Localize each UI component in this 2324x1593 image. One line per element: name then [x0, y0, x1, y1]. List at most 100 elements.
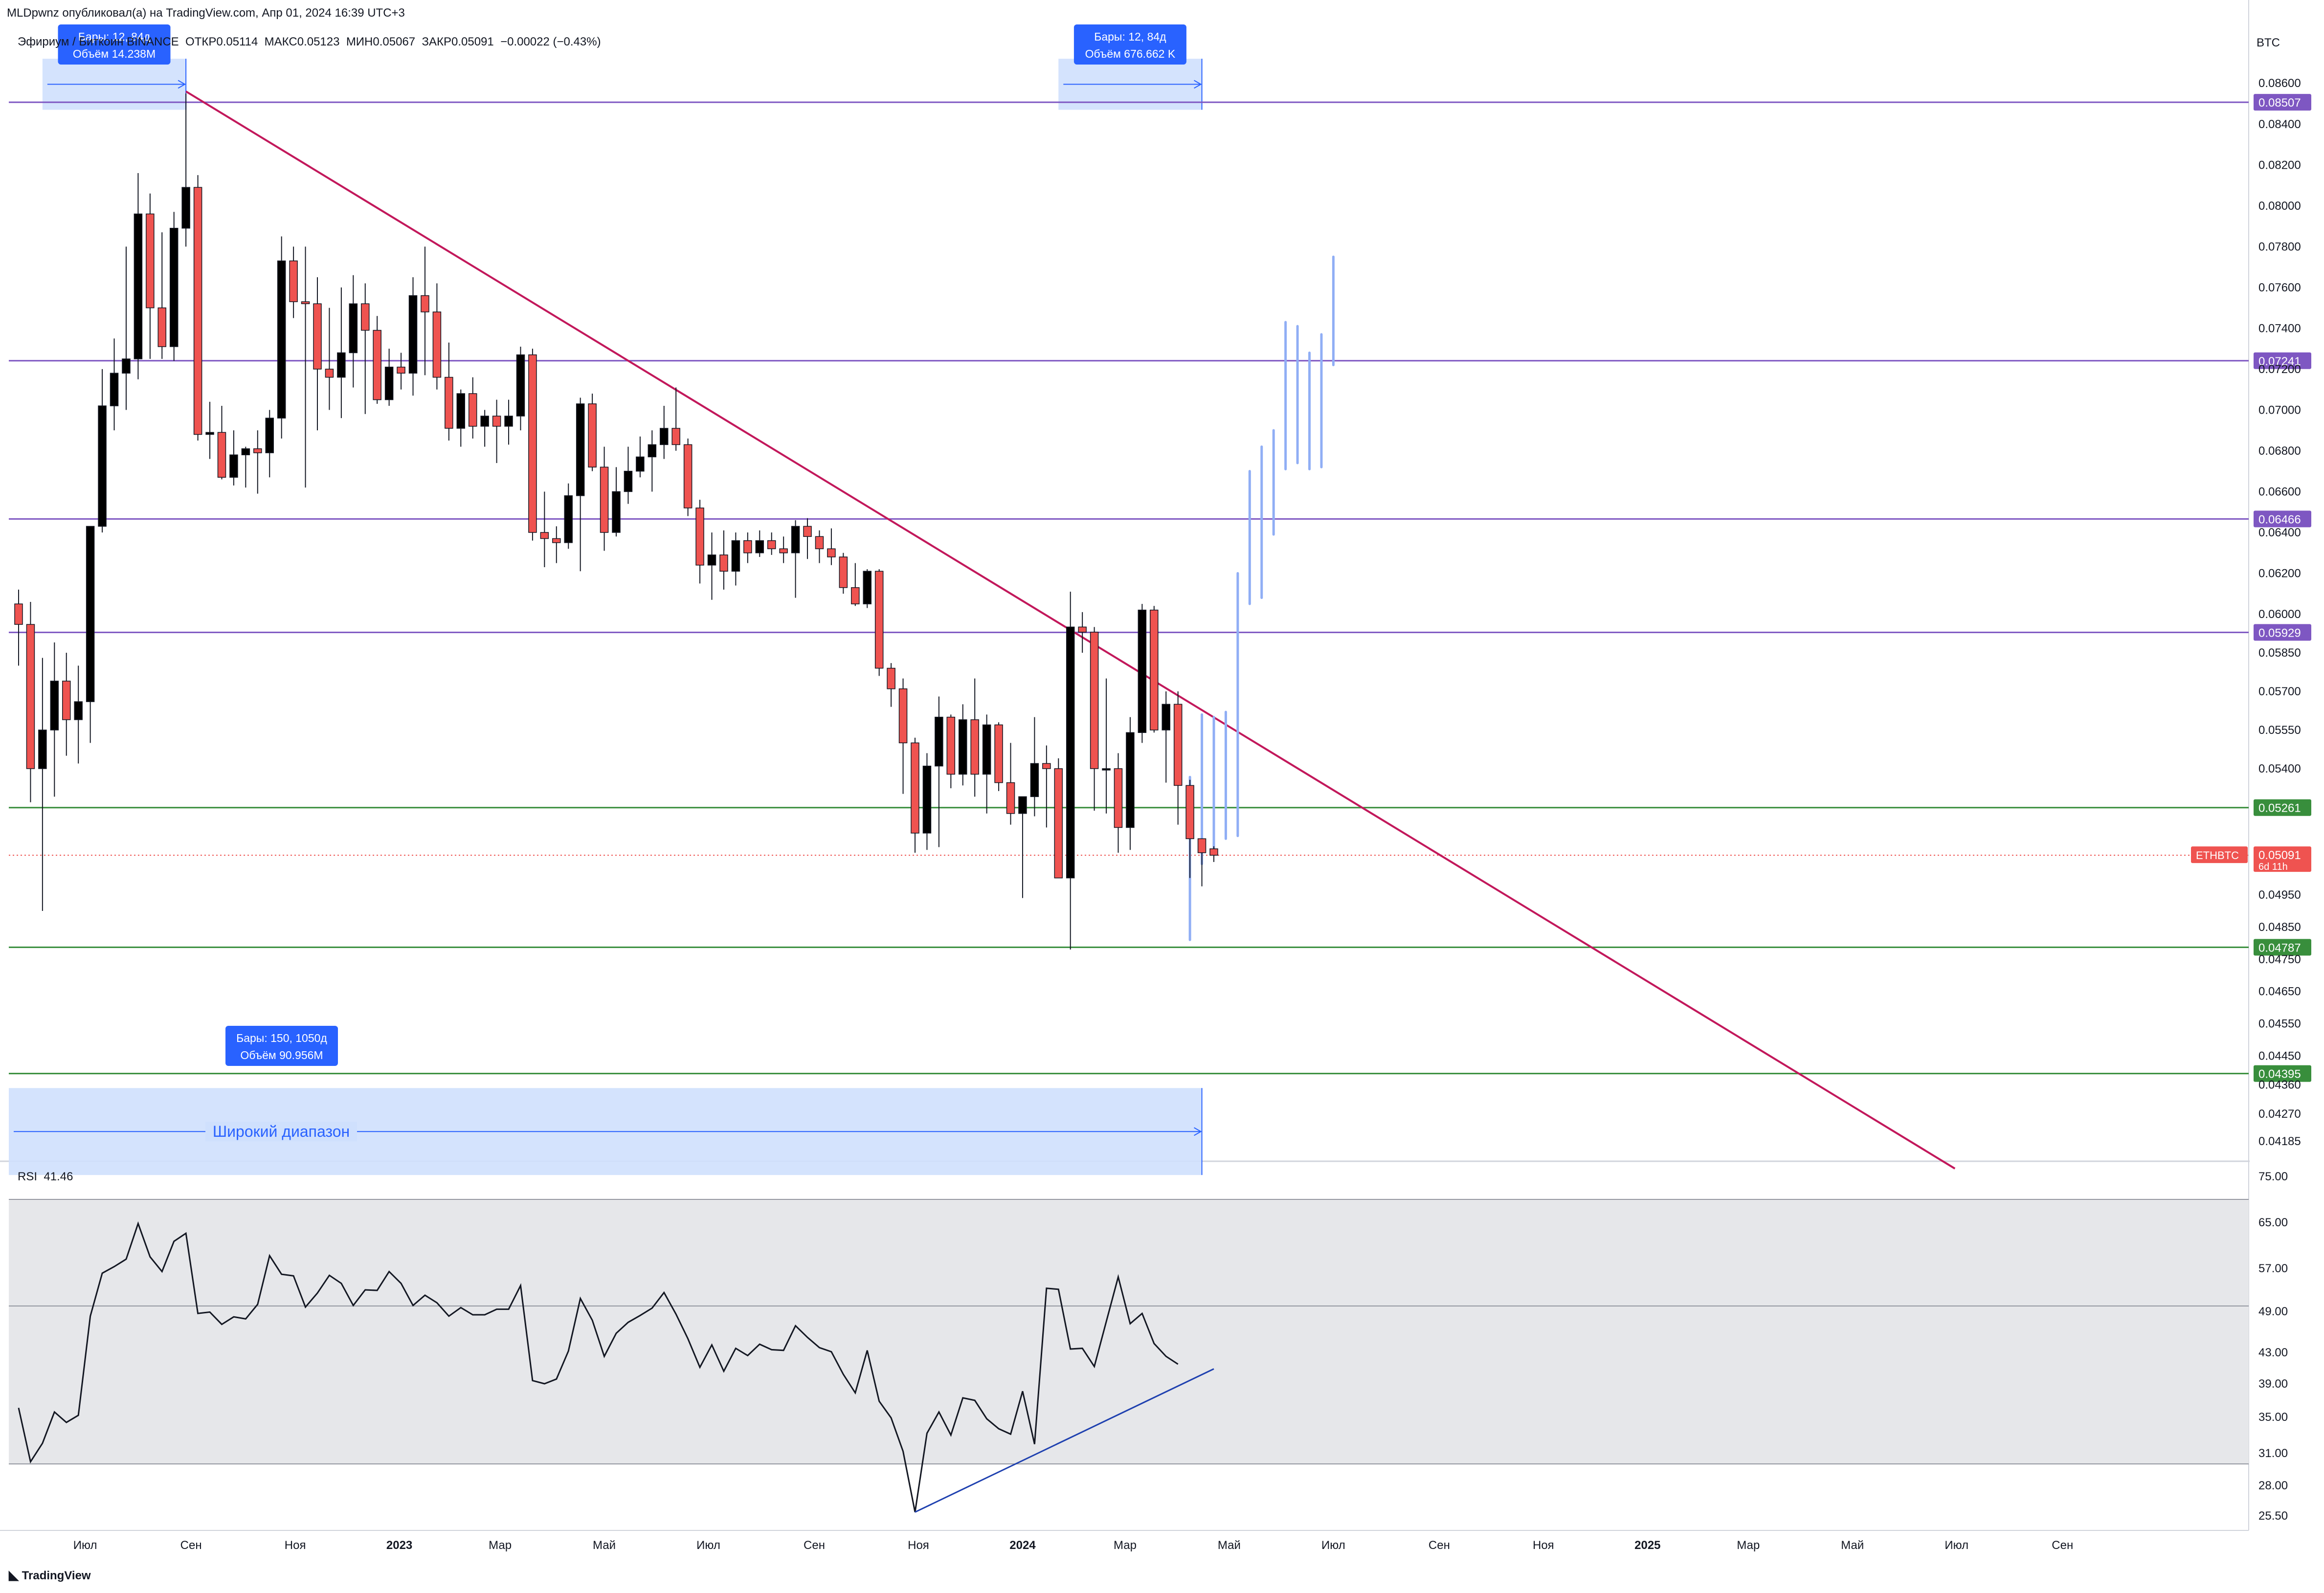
range-bottom-bars: Бары: 150, 1050д — [236, 1032, 327, 1044]
candle-body — [1078, 626, 1087, 633]
range-top-mid-bars: Бары: 12, 84д — [1094, 30, 1166, 43]
candle-body — [373, 330, 381, 400]
price-tick-label: 0.04450 — [2258, 1049, 2301, 1062]
candle-body — [421, 295, 429, 312]
symbol-name[interactable]: Эфириум / Биткоин — [18, 35, 123, 48]
candle-body — [1138, 609, 1147, 733]
candle-body — [253, 448, 262, 453]
candle-body — [898, 688, 908, 744]
time-tick-label: Ноя — [1533, 1539, 1554, 1552]
candle-body — [1162, 704, 1170, 730]
range-top-mid-volume: Объём 676.662 K — [1085, 47, 1176, 60]
candle-body — [122, 358, 131, 374]
candle-body — [325, 369, 334, 378]
rsi-legend[interactable]: RSI 41.46 — [18, 1170, 73, 1184]
candle-body — [874, 571, 884, 669]
publisher-line: MLDpwnz опубликовал(а) на TradingView.co… — [7, 6, 405, 20]
candle-body — [612, 491, 621, 533]
rsi-tick-label: 31.00 — [2258, 1447, 2288, 1460]
candle-body — [384, 366, 394, 400]
ohlc-low: МИН0.05067 — [346, 35, 416, 48]
symbol-info-line: Эфириум / Биткоин BINANCE ОТКР0.05114 МА… — [18, 35, 601, 49]
range-top-left-volume: Объём 14.238M — [73, 47, 156, 60]
time-tick-label: Сен — [2052, 1539, 2073, 1552]
candle-body — [1066, 626, 1075, 879]
price-tick-label: 0.06600 — [2258, 485, 2301, 498]
candle-body — [229, 454, 238, 478]
time-tick-label: 2024 — [1009, 1539, 1036, 1552]
price-tick-label: 0.08400 — [2258, 118, 2301, 131]
candle-body — [289, 260, 298, 302]
time-tick-label: Июл — [1321, 1539, 1345, 1552]
price-tick-label: 0.07400 — [2258, 322, 2301, 335]
level-price-label: 0.05929 — [2258, 626, 2301, 640]
time-tick-label: Сен — [1429, 1539, 1450, 1552]
time-tick-label: Июл — [696, 1539, 720, 1552]
rsi-tick-label: 35.00 — [2258, 1411, 2288, 1424]
candle-body — [301, 301, 310, 304]
tv-logo-icon: ◣ — [9, 1568, 19, 1582]
time-tick-label: Мар — [489, 1539, 512, 1552]
candle-body — [911, 742, 919, 834]
time-tick-label: Мар — [1114, 1539, 1137, 1552]
candle-body — [695, 508, 704, 566]
candle-body — [743, 540, 752, 553]
price-tick-label: 0.05850 — [2258, 646, 2301, 660]
tv-brand-text: TradingView — [22, 1569, 91, 1582]
price-tick-label: 0.05550 — [2258, 724, 2301, 737]
rsi-tick-label: 25.50 — [2258, 1509, 2288, 1523]
candle-body — [767, 540, 776, 550]
price-tick-label: 0.08000 — [2258, 199, 2301, 213]
price-tick-label: 0.04750 — [2258, 953, 2301, 966]
ohlc-close: ЗАКР0.05091 — [422, 35, 494, 48]
time-tick-label: Мар — [1737, 1539, 1760, 1552]
candle-body — [1018, 796, 1027, 814]
candle-body — [935, 716, 943, 767]
candle-body — [516, 354, 525, 417]
candle-body — [277, 260, 286, 419]
time-tick-label: Ноя — [908, 1539, 929, 1552]
price-tick-label: 0.05700 — [2258, 685, 2301, 698]
tradingview-logo[interactable]: ◣ TradingView — [9, 1568, 91, 1583]
price-tick-label: 0.04360 — [2258, 1079, 2301, 1092]
candle-body — [552, 538, 561, 543]
candle-body — [863, 571, 872, 604]
level-price-label: 0.08507 — [2258, 96, 2301, 110]
price-tick-label: 0.08200 — [2258, 158, 2301, 172]
candle-body — [181, 187, 190, 229]
candle-body — [683, 444, 693, 509]
current-price-countdown: 6d 11h — [2258, 862, 2288, 872]
candle-body — [98, 405, 107, 527]
candle-body — [38, 730, 47, 769]
time-tick-label: Июл — [73, 1539, 97, 1552]
price-tick-label: 0.07600 — [2258, 281, 2301, 294]
symbol-exchange: BINANCE — [127, 35, 179, 48]
time-tick-label: Май — [1841, 1539, 1864, 1552]
candle-body — [1102, 768, 1111, 771]
candle-body — [62, 681, 71, 720]
candle-body — [839, 556, 848, 588]
candle-body — [731, 540, 740, 572]
candle-body — [74, 701, 83, 720]
candle-body — [1209, 848, 1218, 856]
candle-body — [755, 540, 764, 553]
price-tick-label: 0.06200 — [2258, 567, 2301, 580]
candle-body — [134, 213, 143, 359]
candle-body — [504, 416, 513, 427]
price-tick-label: 0.04950 — [2258, 888, 2301, 902]
candle-body — [970, 719, 979, 775]
candle-body — [707, 554, 716, 566]
candle-body — [576, 403, 585, 496]
ohlc-high: МАКС0.05123 — [264, 35, 340, 48]
candle-body — [648, 444, 657, 458]
candle-body — [1042, 763, 1051, 769]
time-tick-label: 2025 — [1634, 1539, 1660, 1552]
candle-body — [397, 366, 405, 374]
candle-body — [445, 376, 453, 429]
rsi-tick-label: 75.00 — [2258, 1170, 2288, 1183]
candle-body — [157, 307, 167, 347]
candle-body — [146, 213, 155, 309]
time-tick-label: 2023 — [386, 1539, 412, 1552]
price-tick-label: 0.04185 — [2258, 1135, 2301, 1148]
candle-body — [946, 716, 956, 775]
